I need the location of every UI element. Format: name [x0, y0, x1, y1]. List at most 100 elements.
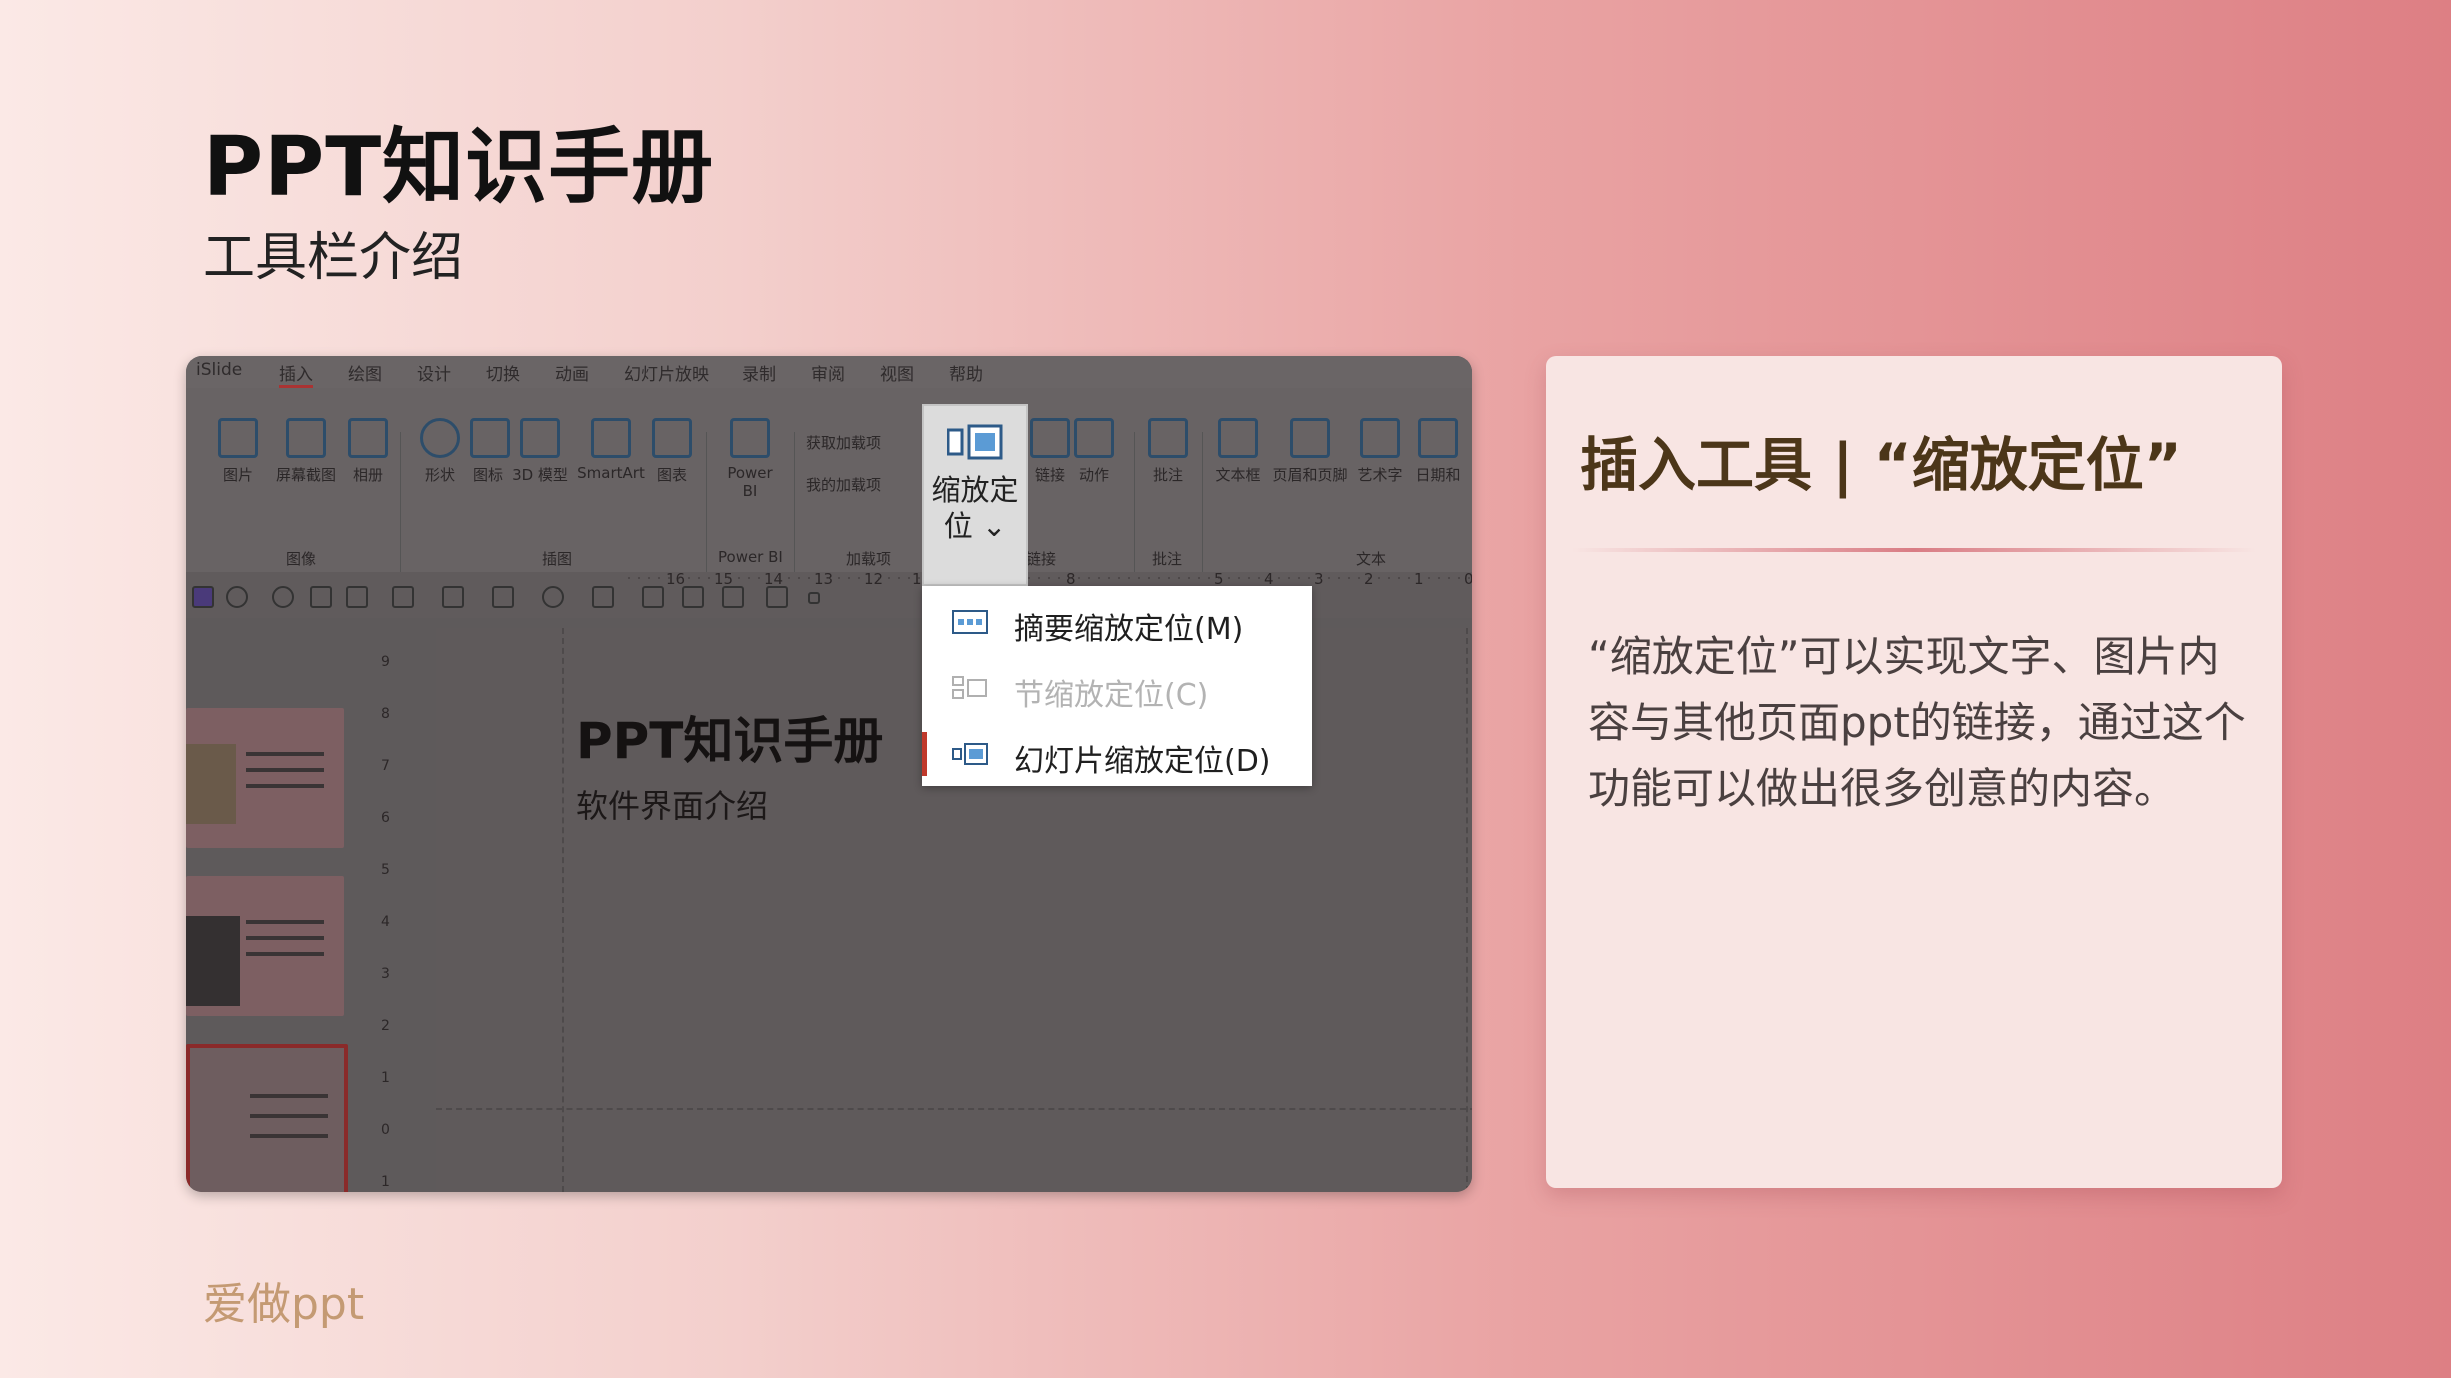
textbox-small-icon[interactable] [592, 586, 614, 608]
ruler-tick: 7 [381, 758, 390, 774]
section-zoom-icon [952, 676, 987, 699]
textbox-button[interactable]: 文本框 [1210, 418, 1266, 485]
powerbi-icon [730, 418, 770, 458]
menu-item-slide-zoom[interactable]: 幻灯片缩放定位(D) [922, 722, 1312, 786]
fill-icon[interactable] [542, 586, 564, 608]
zoom-dropdown-menu: 摘要缩放定位(M) 节缩放定位(C) 幻灯片缩放定位(D) [922, 586, 1312, 786]
cursor-icon[interactable] [442, 586, 464, 608]
tab-review[interactable]: 审阅 [811, 360, 845, 385]
powerpoint-screenshot: iSlide 插入 绘图 设计 切换 动画 幻灯片放映 录制 审阅 视图 帮助 … [186, 356, 1472, 1192]
calendar-icon [1418, 418, 1458, 458]
shape-button[interactable]: 形状 [418, 418, 462, 485]
ruler-tick: 1 [381, 1070, 390, 1086]
ruler-tick: 14 [764, 570, 783, 588]
slide-subtitle[interactable]: 软件界面介绍 [576, 781, 768, 827]
panel-body: “缩放定位”可以实现文字、图片内容与其他页面ppt的链接，通过这个功能可以做出很… [1588, 632, 2246, 813]
ribbon-separator [400, 432, 401, 572]
slide-thumbnail[interactable] [186, 876, 344, 1016]
smartart-button[interactable]: SmartArt [576, 418, 646, 482]
tab-transition[interactable]: 切换 [486, 360, 520, 385]
tab-islide[interactable]: iSlide [196, 360, 242, 380]
ruler-tick: 2 [381, 1018, 390, 1034]
ruler-tick: 1 [1414, 570, 1424, 588]
group-image-label: 图像 [286, 550, 317, 568]
header-footer-button[interactable]: 页眉和页脚 [1268, 418, 1352, 485]
tab-record[interactable]: 录制 [742, 360, 776, 385]
bird-icon [470, 418, 510, 458]
textbox-icon [1218, 418, 1258, 458]
shapes-icon[interactable] [392, 586, 414, 608]
group-powerbi-label: Power BI [718, 548, 783, 566]
wordart-icon [1360, 418, 1400, 458]
ruler-tick: 3 [381, 966, 390, 982]
footer-brand: 爱做ppt [203, 1279, 365, 1330]
screenshot-button[interactable]: 屏幕截图 [270, 418, 342, 485]
smartart-icon [591, 418, 631, 458]
picture-button[interactable]: 图片 [216, 418, 260, 485]
menu-item-label: 幻灯片缩放定位(D) [1014, 744, 1271, 779]
slide-thumbnail[interactable] [186, 708, 344, 848]
vertical-ruler: 9 8 7 6 5 4 3 2 1 0 1 [381, 654, 390, 1190]
wordart-button[interactable]: 艺术字 [1354, 418, 1406, 485]
icon-button[interactable]: 图标 [470, 418, 510, 485]
tab-design[interactable]: 设计 [417, 360, 451, 385]
highlight-icon[interactable] [722, 586, 744, 608]
model3d-button[interactable]: 3D 模型 [510, 418, 570, 485]
ribbon-separator [1134, 432, 1135, 572]
pen-icon[interactable] [492, 586, 514, 608]
tab-insert[interactable]: 插入 [279, 360, 313, 388]
eyedropper-icon[interactable] [642, 586, 664, 608]
camera-icon [286, 418, 326, 458]
slide-zoom-icon [952, 743, 988, 765]
star-icon [1074, 418, 1114, 458]
powerbi-button[interactable]: Power BI [720, 418, 780, 500]
ruler-tick: 9 [381, 654, 390, 670]
link-icon [1030, 418, 1070, 458]
action-button[interactable]: 动作 [1074, 418, 1114, 485]
group-link-label: 链接 [1026, 550, 1057, 568]
slide-thumbnail-selected[interactable] [186, 1044, 348, 1192]
panel-divider [1572, 548, 2256, 552]
tab-help[interactable]: 帮助 [949, 360, 983, 385]
ribbon-separator [1202, 432, 1203, 572]
zoom-button[interactable]: 缩放定 位 ⌄ [922, 404, 1028, 586]
group-illustration-label: 插图 [542, 550, 573, 568]
comment-button[interactable]: 批注 [1146, 418, 1190, 485]
ruler-tick: 3 [1314, 570, 1324, 588]
ruler-tick: 8 [381, 706, 390, 722]
comment-icon [1148, 418, 1188, 458]
link-button[interactable]: 链接 [1030, 418, 1070, 485]
ribbon-separator [706, 432, 707, 572]
ruler-tick: 12 [864, 570, 883, 588]
ruler-tick: 1 [381, 1174, 390, 1190]
get-addins-button[interactable]: 获取加载项 [806, 432, 914, 453]
slide-thumbnails [186, 596, 366, 1192]
align-icon[interactable] [682, 586, 704, 608]
header-footer-icon [1290, 418, 1330, 458]
tab-view[interactable]: 视图 [880, 360, 914, 385]
menu-item-label: 摘要缩放定位(M) [1014, 612, 1244, 647]
zoom-button-label-line1: 缩放定 [931, 473, 1019, 507]
my-addins-button[interactable]: 我的加载项 [806, 474, 914, 495]
chart-button[interactable]: 图表 [650, 418, 694, 485]
page-title: PPT知识手册 [203, 120, 715, 215]
info-panel: 插入工具 | “缩放定位” “缩放定位”可以实现文字、图片内容与其他页面ppt的… [1546, 356, 2282, 1188]
ribbon-separator [794, 432, 795, 572]
cube-icon [520, 418, 560, 458]
menu-item-section-zoom[interactable]: 节缩放定位(C) [922, 656, 1312, 720]
shape-icon [420, 418, 460, 458]
menu-item-summary-zoom[interactable]: 摘要缩放定位(M) [922, 590, 1312, 654]
tab-slideshow[interactable]: 幻灯片放映 [624, 360, 709, 385]
tab-animation[interactable]: 动画 [555, 360, 589, 385]
ruler-tick: 13 [814, 570, 833, 588]
tab-draw[interactable]: 绘图 [348, 360, 382, 385]
ribbon: 图片 屏幕截图 相册 形状 图标 3D 模型 SmartArt 图表 Power… [186, 388, 1472, 572]
ruler-tick: 15 [714, 570, 733, 588]
ruler-tick: 5 [381, 862, 390, 878]
menu-bar: iSlide 插入 绘图 设计 切换 动画 幻灯片放映 录制 审阅 视图 帮助 [186, 356, 1472, 388]
customize-icon[interactable] [808, 592, 820, 604]
slide-title[interactable]: PPT知识手册 [576, 701, 883, 773]
album-button[interactable]: 相册 [346, 418, 390, 485]
datetime-button[interactable]: 日期和 [1410, 418, 1466, 485]
list-icon[interactable] [766, 586, 788, 608]
